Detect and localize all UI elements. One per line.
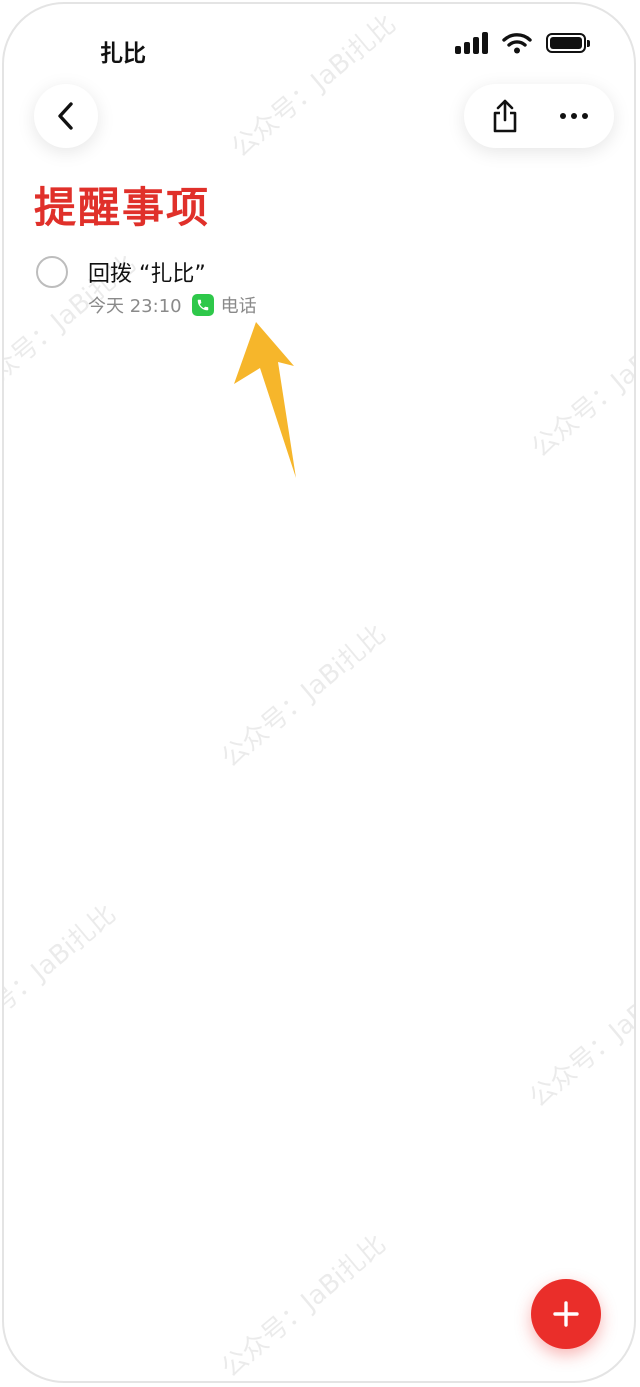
phone-badge: [191, 294, 214, 316]
wifi-icon: [502, 33, 532, 54]
list-title: 提醒事项: [34, 183, 211, 232]
more-button[interactable]: [546, 88, 602, 144]
annotation-arrow: [234, 322, 296, 478]
status-app-label: 扎比: [100, 41, 146, 67]
chevron-left-icon: [58, 102, 73, 130]
status-icons: [455, 32, 590, 54]
watermark: 公众号：JaBi扎比: [525, 309, 636, 464]
back-button[interactable]: [34, 84, 98, 148]
watermark: 公众号：JaBi扎比: [2, 899, 122, 1054]
plus-icon: [553, 1301, 579, 1327]
completion-checkbox[interactable]: [36, 256, 68, 288]
share-button[interactable]: [477, 88, 533, 144]
watermark: 公众号：JaBi扎比: [215, 1229, 392, 1383]
watermark: 公众号：JaBi扎比: [225, 9, 402, 164]
phone-icon: [197, 299, 208, 311]
badge-label: 电话: [220, 296, 257, 317]
add-reminder-button[interactable]: [531, 1279, 601, 1349]
cellular-signal-icon: [455, 32, 488, 54]
watermark: 公众号：JaBi扎比: [523, 959, 636, 1114]
phone-frame: 扎比 提醒事项 回拨 “扎比” 今天 23:10 电话 公众号：JaBi扎比 公…: [2, 2, 636, 1383]
battery-icon: [546, 33, 590, 53]
toolbar-actions: [464, 84, 614, 148]
more-horizontal-icon: [559, 113, 588, 119]
watermark: 公众号：JaBi扎比: [215, 619, 392, 774]
share-icon: [493, 99, 516, 133]
